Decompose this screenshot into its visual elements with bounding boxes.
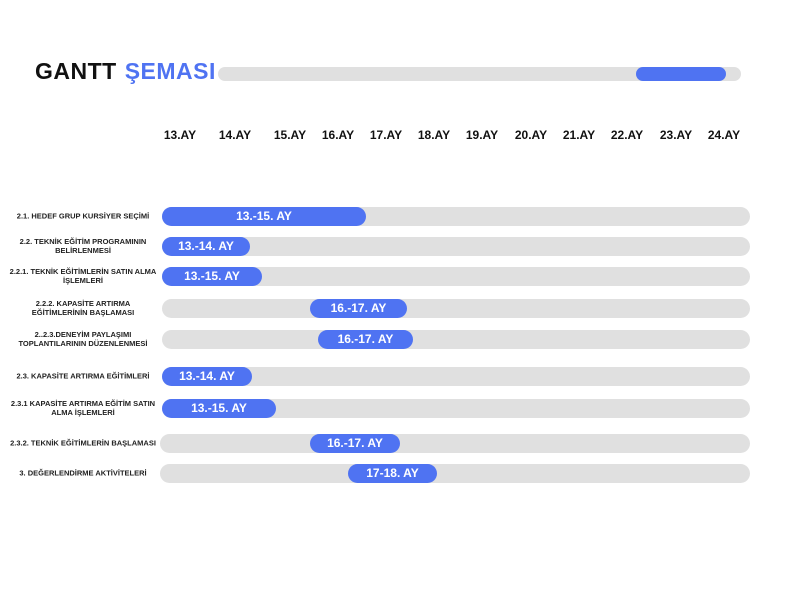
month-header: 13.AY bbox=[163, 128, 197, 142]
title-decor-fill bbox=[636, 67, 726, 81]
task-bar: 17-18. AY bbox=[348, 463, 437, 483]
month-header: 23.AY bbox=[659, 128, 693, 142]
task-track bbox=[160, 433, 750, 453]
task-label: 2.1. HEDEF GRUP KURSİYER SEÇİMİ bbox=[16, 211, 150, 221]
month-header: 20.AY bbox=[514, 128, 548, 142]
month-header: 19.AY bbox=[465, 128, 499, 142]
title-part-1: GANTT bbox=[35, 58, 117, 84]
month-header: 18.AY bbox=[417, 128, 451, 142]
task-label: 3. DEĞERLENDİRME AKTİVİTELERİ bbox=[19, 468, 147, 478]
task-track bbox=[162, 298, 750, 318]
month-header: 14.AY bbox=[218, 128, 252, 142]
month-header: 21.AY bbox=[562, 128, 596, 142]
month-header: 17.AY bbox=[369, 128, 403, 142]
task-label: 2.2.2. KAPASİTE ARTIRMA EĞİTİMLERİNİN BA… bbox=[31, 299, 135, 317]
task-label: 2.2. TEKNİK EĞİTİM PROGRAMININ BELİRLENM… bbox=[19, 237, 147, 255]
task-bar: 13.-15. AY bbox=[162, 398, 276, 418]
task-bar: 13.-14. AY bbox=[162, 366, 252, 386]
month-header: 15.AY bbox=[273, 128, 307, 142]
task-label: 2.2.1. TEKNİK EĞİTİMLERİN SATIN ALMA İŞL… bbox=[9, 267, 157, 285]
task-label: 2..2.3.DENEYİM PAYLAŞIMI TOPLANTILARININ… bbox=[18, 330, 148, 348]
task-bar: 16.-17. AY bbox=[310, 433, 400, 453]
month-header: 24.AY bbox=[707, 128, 741, 142]
task-bar: 13.-15. AY bbox=[162, 266, 262, 286]
title-part-2: ŞEMASI bbox=[124, 58, 216, 84]
chart-title: GANTT ŞEMASI bbox=[35, 58, 216, 85]
task-bar: 16.-17. AY bbox=[318, 329, 413, 349]
task-bar: 13.-14. AY bbox=[162, 236, 250, 256]
task-track bbox=[162, 329, 750, 349]
task-label: 2.3. KAPASİTE ARTIRMA EĞİTİMLERİ bbox=[16, 371, 150, 381]
task-bar: 13.-15. AY bbox=[162, 206, 366, 226]
month-header: 22.AY bbox=[610, 128, 644, 142]
task-track bbox=[160, 463, 750, 483]
task-track bbox=[162, 236, 750, 256]
task-label: 2.3.2. TEKNİK EĞİTİMLERİN BAŞLAMASI bbox=[10, 438, 156, 448]
month-header: 16.AY bbox=[321, 128, 355, 142]
task-label: 2.3.1 KAPASİTE ARTIRMA EĞİTİM SATIN ALMA… bbox=[10, 399, 156, 417]
task-bar: 16.-17. AY bbox=[310, 298, 407, 318]
